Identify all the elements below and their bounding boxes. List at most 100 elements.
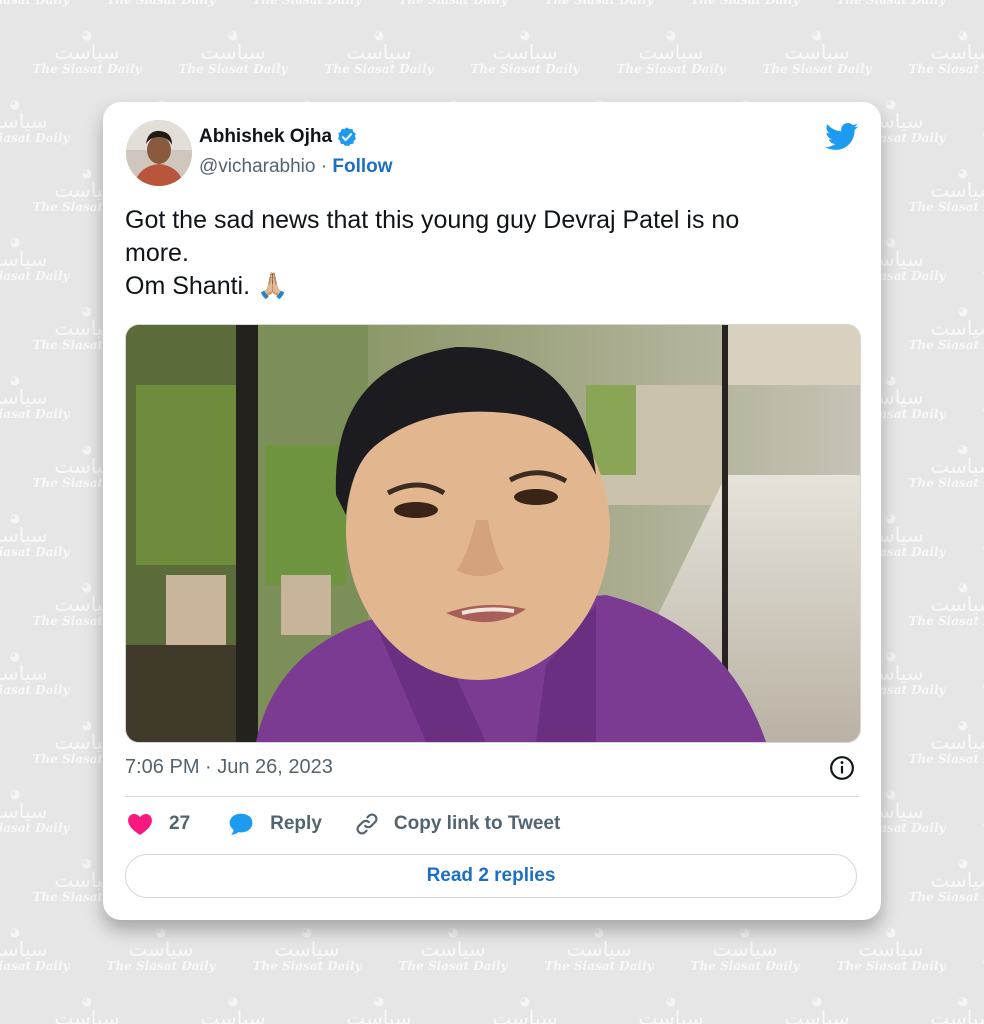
watermark-urdu: سیاست <box>0 799 48 823</box>
watermark-urdu: سیاست <box>0 523 48 547</box>
watermark-logo: ◕سیاستThe Siasat Daily <box>247 0 367 6</box>
watermark-urdu: سیاست <box>977 939 984 959</box>
handle-separator: · <box>320 156 328 177</box>
watermark-logo: ◕سیاستThe Siasat Daily <box>393 926 513 972</box>
watermark-logo: ◕سیاستThe Siasat Daily <box>0 650 75 696</box>
author-handle[interactable]: @vicharabhio <box>199 156 315 177</box>
watermark-logo-icon: ◕ <box>977 926 984 938</box>
watermark-urdu: سیاست <box>492 1006 558 1024</box>
watermark-logo-icon: ◕ <box>977 650 984 662</box>
watermark-english: The Siasat Daily <box>977 546 984 558</box>
watermark-urdu: سیاست <box>0 937 48 961</box>
watermark-logo: ◕سیاستThe Siasat Daily <box>173 995 293 1024</box>
tweet-media-image[interactable] <box>125 324 861 743</box>
watermark-english: The Siasat Daily <box>977 960 984 972</box>
watermark-urdu: سیاست <box>200 1006 266 1024</box>
watermark-english: The Siasat Daily <box>908 338 984 352</box>
watermark-logo: ◕سیاستThe Siasat Daily <box>0 788 75 834</box>
watermark-english: The Siasat Daily <box>0 0 70 7</box>
watermark-logo: ◕سیاستThe Siasat Daily <box>903 581 984 627</box>
like-button[interactable]: 27 <box>127 812 190 836</box>
watermark-logo: ◕سیاستThe Siasat Daily <box>0 926 75 972</box>
watermark-logo: ◕سیاستThe Siasat Daily <box>611 29 731 75</box>
tweet-text: Got the sad news that this young guy Dev… <box>125 204 845 303</box>
watermark-logo: ◕سیاستThe Siasat Daily <box>101 926 221 972</box>
watermark-english: The Siasat Daily <box>836 959 946 973</box>
follow-link[interactable]: Follow <box>332 156 392 177</box>
tweet-timestamp[interactable]: 7:06 PM · Jun 26, 2023 <box>125 756 333 779</box>
watermark-english: The Siasat Daily <box>106 959 216 973</box>
watermark-english: The Siasat Daily <box>908 614 984 628</box>
info-icon[interactable] <box>829 755 855 781</box>
watermark-english: The Siasat Daily <box>32 62 142 76</box>
reply-label: Reply <box>270 813 322 834</box>
watermark-english: The Siasat Daily <box>0 269 70 283</box>
watermark-urdu: سیاست <box>977 801 984 821</box>
watermark-urdu: سیاست <box>930 454 984 478</box>
watermark-english: The Siasat Daily <box>398 0 508 7</box>
watermark-urdu: سیاست <box>128 937 194 961</box>
divider <box>125 796 859 797</box>
watermark-urdu: سیاست <box>0 247 48 271</box>
watermark-urdu: سیاست <box>346 1006 412 1024</box>
watermark-urdu: سیاست <box>200 40 266 64</box>
watermark-logo: ◕سیاستThe Siasat Daily <box>685 926 805 972</box>
watermark-logo: ◕سیاستThe Siasat Daily <box>757 29 877 75</box>
watermark-logo: ◕سیاستThe Siasat Daily <box>977 512 984 558</box>
watermark-urdu: سیاست <box>930 730 984 754</box>
watermark-urdu: سیاست <box>930 1006 984 1024</box>
watermark-english: The Siasat Daily <box>908 752 984 766</box>
reply-bubble-icon <box>229 813 253 835</box>
watermark-logo: ◕سیاستThe Siasat Daily <box>539 0 659 6</box>
watermark-english: The Siasat Daily <box>0 683 70 697</box>
watermark-english: The Siasat Daily <box>0 959 70 973</box>
watermark-urdu: سیاست <box>930 592 984 616</box>
watermark-urdu: سیاست <box>638 1006 704 1024</box>
watermark-logo: ◕سیاستThe Siasat Daily <box>0 0 75 6</box>
copy-link-label: Copy link to Tweet <box>393 813 561 834</box>
watermark-logo: ◕سیاستThe Siasat Daily <box>173 29 293 75</box>
watermark-logo: ◕سیاستThe Siasat Daily <box>685 0 805 6</box>
watermark-logo-icon: ◕ <box>977 236 984 248</box>
watermark-urdu: سیاست <box>930 868 984 892</box>
watermark-urdu: سیاست <box>977 387 984 407</box>
watermark-urdu: سیاست <box>930 40 984 64</box>
watermark-logo: ◕سیاستThe Siasat Daily <box>0 98 75 144</box>
watermark-english: The Siasat Daily <box>252 0 362 7</box>
watermark-english: The Siasat Daily <box>977 822 984 834</box>
tweet-actions: 27 Reply Copy link to Tweet <box>127 809 560 839</box>
watermark-english: The Siasat Daily <box>977 408 984 420</box>
watermark-english: The Siasat Daily <box>0 821 70 835</box>
watermark-english: The Siasat Daily <box>762 62 872 76</box>
watermark-english: The Siasat Daily <box>252 959 362 973</box>
watermark-english: The Siasat Daily <box>398 959 508 973</box>
watermark-urdu: سیاست <box>0 385 48 409</box>
twitter-bird-icon[interactable] <box>825 123 859 151</box>
watermark-logo: ◕سیاستThe Siasat Daily <box>977 788 984 834</box>
watermark-english: The Siasat Daily <box>908 890 984 904</box>
watermark-logo: ◕سیاستThe Siasat Daily <box>903 719 984 765</box>
watermark-logo: ◕سیاستThe Siasat Daily <box>977 650 984 696</box>
avatar[interactable] <box>126 120 192 186</box>
copy-link-button[interactable]: Copy link to Tweet <box>354 811 560 837</box>
watermark-urdu: سیاست <box>712 937 778 961</box>
watermark-logo: ◕سیاستThe Siasat Daily <box>319 29 439 75</box>
watermark-english: The Siasat Daily <box>908 200 984 214</box>
watermark-logo: ◕سیاستThe Siasat Daily <box>903 443 984 489</box>
link-icon <box>356 813 378 835</box>
reply-button[interactable]: Reply <box>228 812 322 836</box>
watermark-urdu: سیاست <box>930 316 984 340</box>
watermark-english: The Siasat Daily <box>977 0 984 6</box>
watermark-logo: ◕سیاستThe Siasat Daily <box>319 995 439 1024</box>
watermark-urdu: سیاست <box>977 525 984 545</box>
watermark-urdu: سیاست <box>784 40 850 64</box>
watermark-urdu: سیاست <box>977 111 984 131</box>
watermark-urdu: سیاست <box>0 661 48 685</box>
watermark-logo: ◕سیاستThe Siasat Daily <box>977 236 984 282</box>
watermark-english: The Siasat Daily <box>0 545 70 559</box>
tweet-text-line: more. <box>125 239 189 267</box>
watermark-logo: ◕سیاستThe Siasat Daily <box>903 167 984 213</box>
read-replies-button[interactable]: Read 2 replies <box>125 854 857 898</box>
author-name[interactable]: Abhishek Ojha <box>199 126 332 148</box>
watermark-english: The Siasat Daily <box>690 959 800 973</box>
